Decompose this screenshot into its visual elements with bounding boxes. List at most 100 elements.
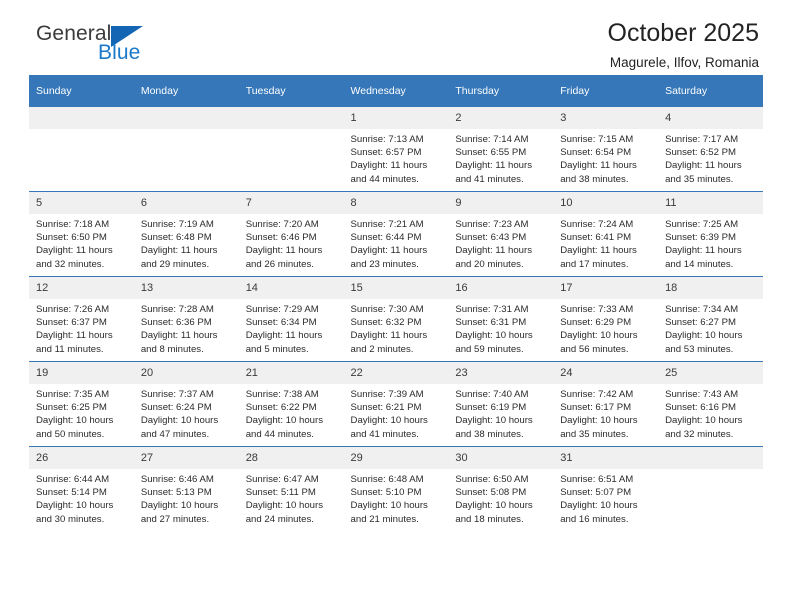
calendar-day-cell[interactable]: 23 Sunrise: 7:40 AM Sunset: 6:19 PM Dayligh… bbox=[448, 361, 554, 447]
sunset-text: Sunset: 6:16 PM bbox=[665, 402, 736, 414]
calendar-day-cell[interactable]: 12 Sunrise: 7:26 AM Sunset: 6:37 PM Dayligh… bbox=[29, 276, 134, 362]
daylight-text: Daylight: 10 hours and 18 minutes. bbox=[455, 500, 533, 525]
calendar-day-cell[interactable]: 3 Sunrise: 7:15 AM Sunset: 6:54 PM Daylight… bbox=[553, 107, 659, 192]
calendar-day-cell[interactable]: 11 Sunrise: 7:25 AM Sunset: 6:39 PM Dayligh… bbox=[658, 191, 763, 277]
sunrise-text: Sunrise: 7:38 AM bbox=[245, 389, 319, 400]
sunset-text: Sunset: 6:54 PM bbox=[560, 147, 632, 159]
day-number bbox=[29, 107, 134, 129]
calendar-day-cell[interactable]: 31 Sunrise: 6:51 AM Sunset: 5:07 PM Dayligh… bbox=[553, 446, 659, 531]
daylight-text: Daylight: 11 hours and 17 minutes. bbox=[560, 245, 637, 270]
daylight-text: Daylight: 10 hours and 50 minutes. bbox=[36, 415, 114, 440]
calendar-day-cell[interactable]: 6 Sunrise: 7:19 AM Sunset: 6:48 PM Daylight… bbox=[133, 191, 239, 277]
daylight-text: Daylight: 11 hours and 11 minutes. bbox=[36, 330, 113, 355]
day-details: Sunrise: 6:48 AM Sunset: 5:10 PM Daylight:… bbox=[344, 469, 449, 526]
day-details: Sunrise: 7:42 AM Sunset: 6:17 PM Daylight:… bbox=[553, 384, 658, 441]
sunrise-text: Sunrise: 7:18 AM bbox=[36, 219, 110, 230]
day-details: Sunrise: 7:34 AM Sunset: 6:27 PM Daylight:… bbox=[658, 299, 763, 356]
calendar-week-row: 26 Sunrise: 6:44 AM Sunset: 5:14 PM Dayligh… bbox=[29, 446, 763, 531]
day-details: Sunrise: 7:21 AM Sunset: 6:44 PM Daylight:… bbox=[344, 214, 449, 271]
calendar-day-cell[interactable]: 8 Sunrise: 7:21 AM Sunset: 6:44 PM Daylight… bbox=[343, 191, 449, 277]
daylight-text: Daylight: 10 hours and 35 minutes. bbox=[560, 415, 638, 440]
sunset-text: Sunset: 6:31 PM bbox=[455, 317, 527, 329]
calendar-body: 1 Sunrise: 7:13 AM Sunset: 6:57 PM Daylight… bbox=[29, 107, 763, 531]
sunrise-text: Sunrise: 6:50 AM bbox=[455, 474, 529, 485]
calendar-day-cell[interactable]: 16 Sunrise: 7:31 AM Sunset: 6:31 PM Dayligh… bbox=[448, 276, 554, 362]
day-number: 19 bbox=[29, 362, 134, 384]
weekday-header-sunday: Sunday bbox=[29, 75, 134, 107]
day-number: 11 bbox=[658, 192, 763, 214]
calendar-day-cell-empty bbox=[238, 107, 344, 192]
calendar-day-cell[interactable]: 5 Sunrise: 7:18 AM Sunset: 6:50 PM Daylight… bbox=[29, 191, 134, 277]
sunrise-text: Sunrise: 7:13 AM bbox=[350, 134, 424, 145]
day-number: 13 bbox=[133, 277, 239, 299]
sunrise-text: Sunrise: 7:15 AM bbox=[560, 134, 634, 145]
sunrise-text: Sunrise: 7:25 AM bbox=[665, 219, 739, 230]
calendar-day-cell[interactable]: 7 Sunrise: 7:20 AM Sunset: 6:46 PM Daylight… bbox=[238, 191, 344, 277]
sunrise-text: Sunrise: 6:48 AM bbox=[350, 474, 424, 485]
calendar-week-row: 5 Sunrise: 7:18 AM Sunset: 6:50 PM Daylight… bbox=[29, 191, 763, 277]
calendar-day-cell[interactable]: 15 Sunrise: 7:30 AM Sunset: 6:32 PM Dayligh… bbox=[343, 276, 449, 362]
calendar-day-cell[interactable]: 13 Sunrise: 7:28 AM Sunset: 6:36 PM Dayligh… bbox=[133, 276, 239, 362]
weekday-header-thursday: Thursday bbox=[448, 75, 554, 107]
day-details: Sunrise: 7:24 AM Sunset: 6:41 PM Daylight:… bbox=[553, 214, 658, 271]
sunrise-text: Sunrise: 7:29 AM bbox=[245, 304, 319, 315]
daylight-text: Daylight: 10 hours and 38 minutes. bbox=[455, 415, 533, 440]
day-number: 4 bbox=[658, 107, 763, 129]
logo-text-blue: Blue bbox=[98, 41, 141, 64]
day-number: 18 bbox=[658, 277, 763, 299]
day-number: 23 bbox=[448, 362, 554, 384]
calendar-day-cell[interactable]: 22 Sunrise: 7:39 AM Sunset: 6:21 PM Dayligh… bbox=[343, 361, 449, 447]
day-number: 9 bbox=[448, 192, 554, 214]
calendar-day-cell[interactable]: 24 Sunrise: 7:42 AM Sunset: 6:17 PM Dayligh… bbox=[553, 361, 659, 447]
sunset-text: Sunset: 6:44 PM bbox=[350, 232, 422, 244]
general-blue-logo[interactable]: General Blue bbox=[36, 22, 236, 70]
sunrise-text: Sunrise: 6:44 AM bbox=[36, 474, 110, 485]
sunrise-text: Sunrise: 7:37 AM bbox=[140, 389, 214, 400]
calendar-day-cell[interactable]: 25 Sunrise: 7:43 AM Sunset: 6:16 PM Dayligh… bbox=[658, 361, 763, 447]
daylight-text: Daylight: 10 hours and 53 minutes. bbox=[665, 330, 743, 355]
sunset-text: Sunset: 6:55 PM bbox=[455, 147, 527, 159]
daylight-text: Daylight: 10 hours and 47 minutes. bbox=[140, 415, 219, 440]
sunset-text: Sunset: 5:08 PM bbox=[455, 487, 527, 499]
calendar-day-cell-empty bbox=[658, 446, 763, 531]
calendar-day-cell[interactable]: 27 Sunrise: 6:46 AM Sunset: 5:13 PM Dayligh… bbox=[133, 446, 239, 531]
sunset-text: Sunset: 6:19 PM bbox=[455, 402, 527, 414]
daylight-text: Daylight: 11 hours and 2 minutes. bbox=[350, 330, 428, 355]
day-details: Sunrise: 7:19 AM Sunset: 6:48 PM Daylight:… bbox=[134, 214, 239, 271]
calendar-day-cell[interactable]: 30 Sunrise: 6:50 AM Sunset: 5:08 PM Dayligh… bbox=[448, 446, 554, 531]
day-details: Sunrise: 6:44 AM Sunset: 5:14 PM Daylight:… bbox=[29, 469, 134, 526]
daylight-text: Daylight: 10 hours and 21 minutes. bbox=[350, 500, 428, 525]
daylight-text: Daylight: 10 hours and 59 minutes. bbox=[455, 330, 533, 355]
day-number: 31 bbox=[553, 447, 659, 469]
calendar-day-cell[interactable]: 28 Sunrise: 6:47 AM Sunset: 5:11 PM Dayligh… bbox=[238, 446, 344, 531]
calendar-day-cell[interactable]: 1 Sunrise: 7:13 AM Sunset: 6:57 PM Daylight… bbox=[343, 107, 449, 192]
day-number: 25 bbox=[658, 362, 763, 384]
calendar-day-cell[interactable]: 14 Sunrise: 7:29 AM Sunset: 6:34 PM Dayligh… bbox=[238, 276, 344, 362]
daylight-text: Daylight: 11 hours and 38 minutes. bbox=[560, 160, 637, 185]
calendar-day-cell[interactable]: 18 Sunrise: 7:34 AM Sunset: 6:27 PM Dayligh… bbox=[658, 276, 763, 362]
day-details: Sunrise: 7:40 AM Sunset: 6:19 PM Daylight:… bbox=[448, 384, 553, 441]
calendar-day-cell[interactable]: 29 Sunrise: 6:48 AM Sunset: 5:10 PM Dayligh… bbox=[343, 446, 449, 531]
sunset-text: Sunset: 6:36 PM bbox=[140, 317, 212, 329]
daylight-text: Daylight: 10 hours and 56 minutes. bbox=[560, 330, 638, 355]
calendar-day-cell[interactable]: 4 Sunrise: 7:17 AM Sunset: 6:52 PM Daylight… bbox=[658, 107, 763, 192]
calendar-day-cell[interactable]: 17 Sunrise: 7:33 AM Sunset: 6:29 PM Dayligh… bbox=[553, 276, 659, 362]
calendar-day-cell[interactable]: 2 Sunrise: 7:14 AM Sunset: 6:55 PM Daylight… bbox=[448, 107, 554, 192]
day-details: Sunrise: 7:28 AM Sunset: 6:36 PM Daylight:… bbox=[134, 299, 239, 356]
calendar-week-row: 1 Sunrise: 7:13 AM Sunset: 6:57 PM Daylight… bbox=[29, 107, 763, 192]
day-details: Sunrise: 6:46 AM Sunset: 5:13 PM Daylight:… bbox=[134, 469, 239, 526]
calendar-day-cell[interactable]: 9 Sunrise: 7:23 AM Sunset: 6:43 PM Daylight… bbox=[448, 191, 554, 277]
day-details: Sunrise: 7:38 AM Sunset: 6:22 PM Daylight:… bbox=[239, 384, 344, 441]
calendar-day-cell[interactable]: 20 Sunrise: 7:37 AM Sunset: 6:24 PM Dayligh… bbox=[133, 361, 239, 447]
day-number bbox=[238, 107, 344, 129]
sunset-text: Sunset: 5:14 PM bbox=[36, 487, 107, 499]
day-number: 5 bbox=[29, 192, 134, 214]
day-number: 8 bbox=[343, 192, 449, 214]
calendar-week-row: 19 Sunrise: 7:35 AM Sunset: 6:25 PM Dayligh… bbox=[29, 361, 763, 447]
calendar-day-cell[interactable]: 21 Sunrise: 7:38 AM Sunset: 6:22 PM Dayligh… bbox=[238, 361, 344, 447]
day-details: Sunrise: 7:30 AM Sunset: 6:32 PM Daylight:… bbox=[344, 299, 449, 356]
calendar-day-cell[interactable]: 26 Sunrise: 6:44 AM Sunset: 5:14 PM Dayligh… bbox=[29, 446, 134, 531]
calendar-day-cell[interactable]: 19 Sunrise: 7:35 AM Sunset: 6:25 PM Dayligh… bbox=[29, 361, 134, 447]
sunset-text: Sunset: 6:50 PM bbox=[36, 232, 107, 244]
calendar-day-cell[interactable]: 10 Sunrise: 7:24 AM Sunset: 6:41 PM Dayligh… bbox=[553, 191, 659, 277]
